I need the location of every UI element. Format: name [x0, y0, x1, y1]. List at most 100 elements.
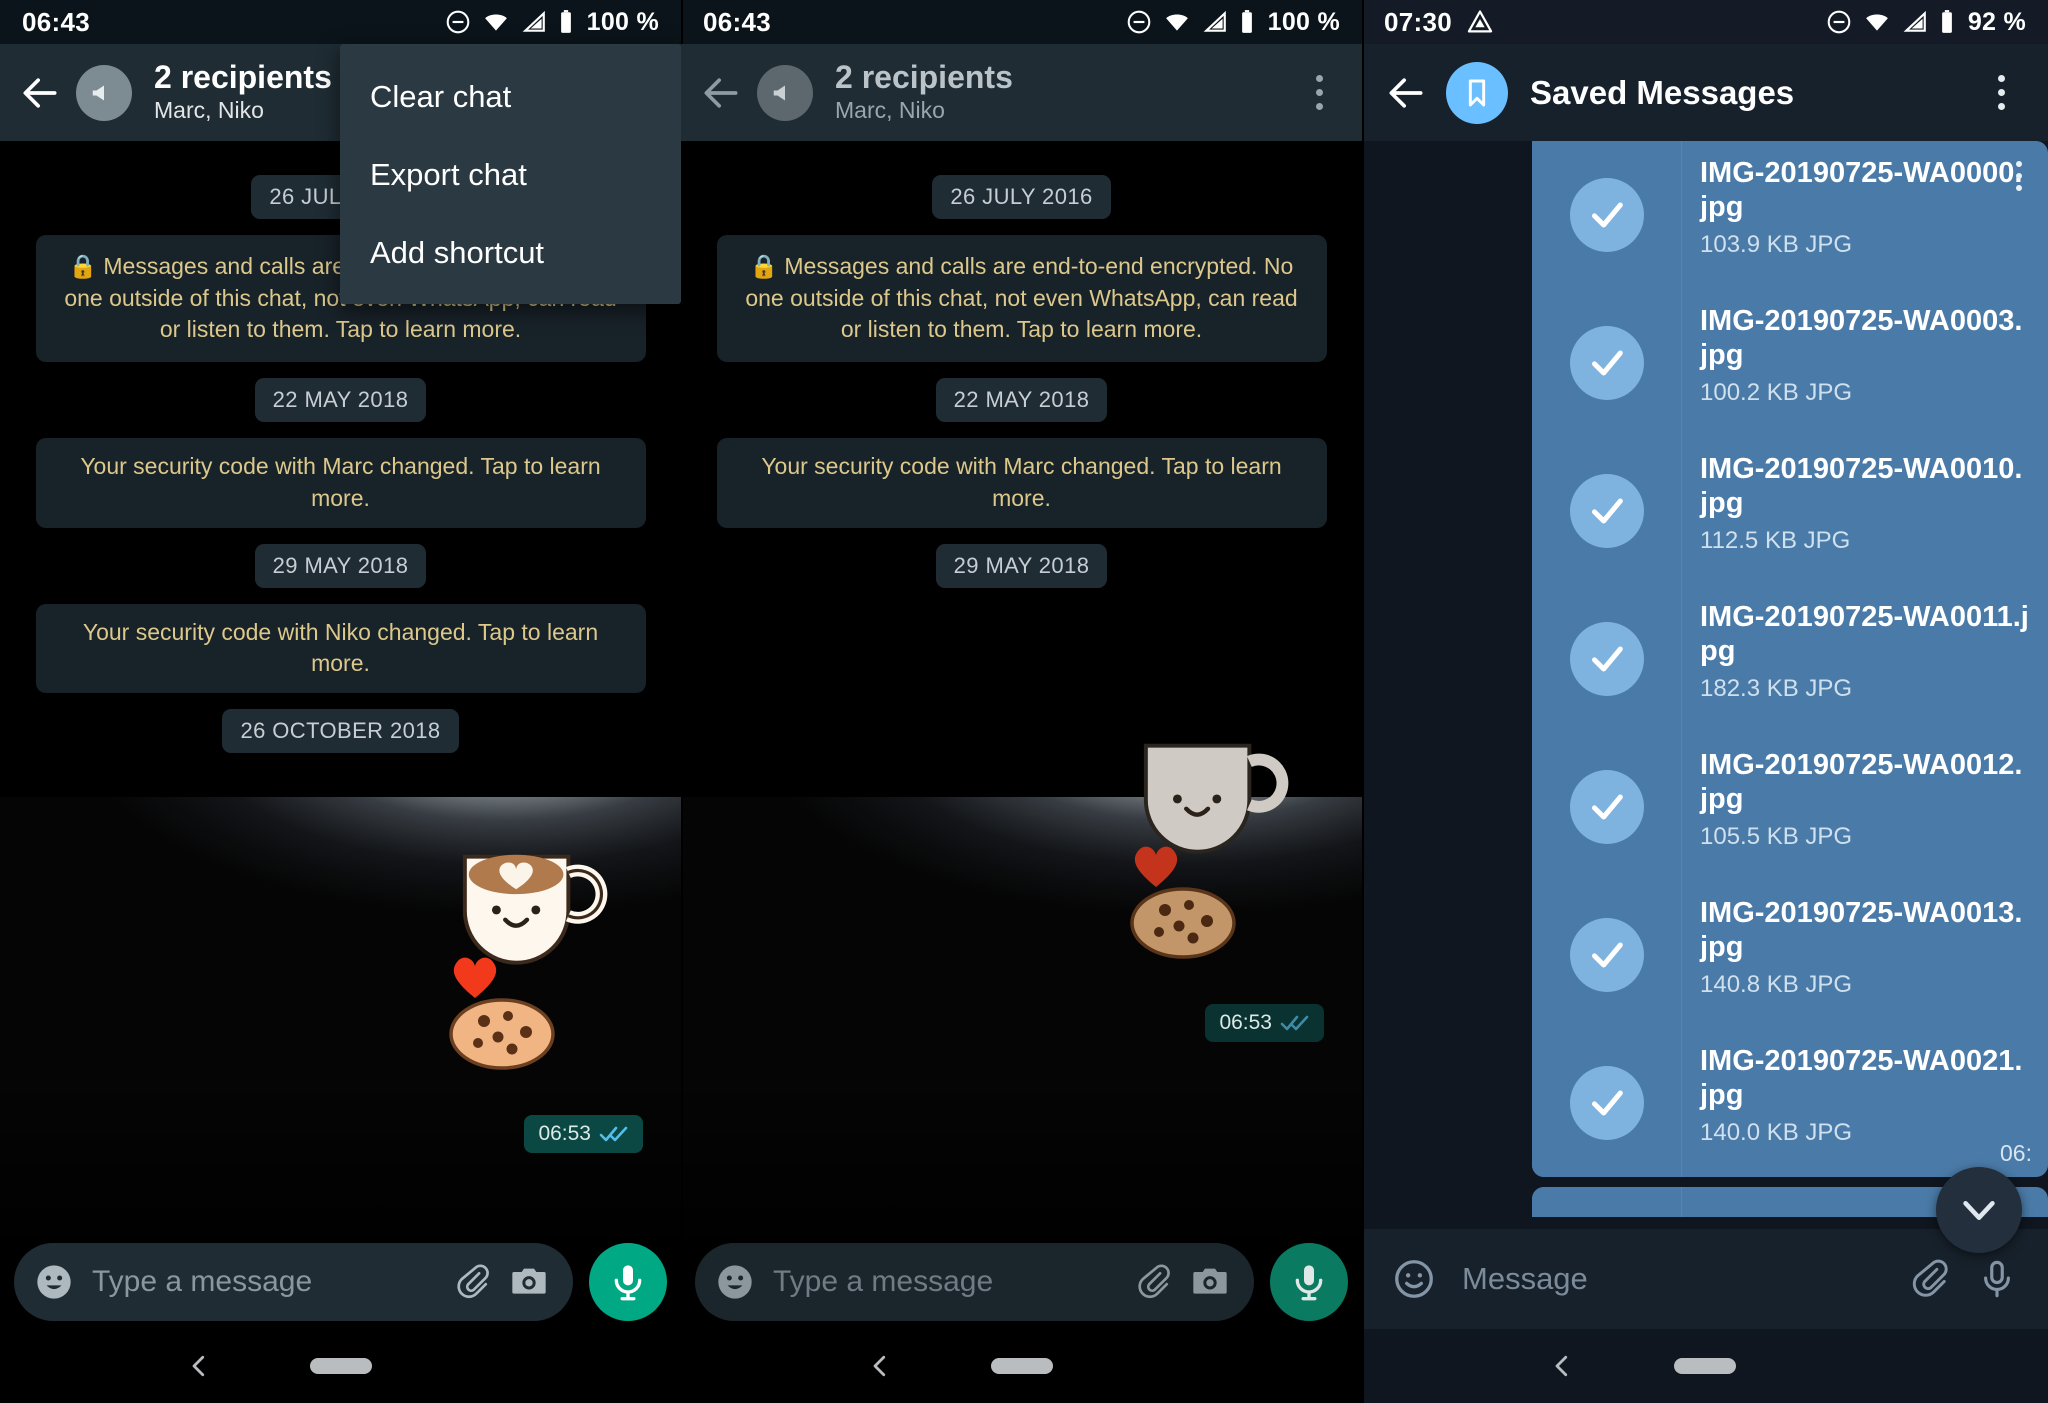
- timestamp-text: 06:53: [538, 1122, 591, 1146]
- menu-item-add-shortcut[interactable]: Add shortcut: [340, 214, 681, 292]
- message-input-bar: Type a message: [0, 1235, 681, 1329]
- system-message[interactable]: Your security code with Marc changed. Ta…: [16, 438, 665, 528]
- panel-divider: [1362, 0, 1364, 1403]
- emoji-icon[interactable]: [715, 1262, 755, 1302]
- message-placeholder[interactable]: Message: [1462, 1261, 1882, 1297]
- wifi-icon: [484, 14, 507, 31]
- status-bar: 06:43 100 %: [681, 0, 1362, 44]
- menu-item-export-chat[interactable]: Export chat: [340, 136, 681, 214]
- message-input-bar: Type a message: [681, 1235, 1362, 1329]
- battery-icon: [560, 10, 571, 33]
- check-icon: [1569, 178, 1644, 252]
- selection-checkbox[interactable]: [1532, 141, 1682, 289]
- system-message[interactable]: Your security code with Niko changed. Ta…: [16, 603, 665, 694]
- file-size: 103.9 KB JPG: [1700, 230, 1853, 258]
- selection-checkbox[interactable]: [1532, 1187, 1682, 1217]
- microphone-icon[interactable]: [1976, 1258, 2018, 1300]
- file-name: IMG-20190725-WA0013.jpg: [1700, 897, 2023, 963]
- page-title: Saved Messages: [1530, 73, 1795, 111]
- check-icon: [1569, 918, 1644, 992]
- system-message[interactable]: 🔒Messages and calls are end-to-end encry…: [697, 235, 1346, 363]
- scroll-to-bottom-button[interactable]: [1936, 1167, 2022, 1253]
- check-icon: [1569, 770, 1644, 844]
- panel-telegram-saved-messages: 07:30 92 % Saved Messages IMG-20190725-W…: [1362, 0, 2048, 1403]
- emoji-outline-icon[interactable]: [1392, 1257, 1436, 1301]
- list-item[interactable]: IMG-20190725-WA0010.jpg 112.5 KB JPG: [1532, 437, 2048, 585]
- wifi-icon: [1865, 14, 1888, 31]
- file-size: 140.8 KB JPG: [1700, 970, 1853, 998]
- read-receipt-icon: [599, 1126, 628, 1142]
- chat-body: 26 JULY 2016 🔒Messages and calls are end…: [681, 141, 1362, 1403]
- list-item[interactable]: IMG-20190725-WA0012.jpg 105.5 KB JPG: [1532, 733, 2048, 881]
- back-arrow-icon[interactable]: [1384, 71, 1428, 115]
- chevron-down-icon: [1963, 1200, 1995, 1220]
- file-meta: IMG-20190725-WA0021.jpg 140.0 KB JPG: [1682, 1029, 2048, 1147]
- dnd-icon: [1827, 10, 1851, 34]
- paperclip-icon[interactable]: [453, 1263, 491, 1301]
- emoji-icon[interactable]: [34, 1262, 74, 1302]
- chat-titles[interactable]: 2 recipients Marc, Niko: [154, 60, 332, 125]
- paperclip-icon[interactable]: [1134, 1263, 1172, 1301]
- message-timestamp: 06:: [2000, 1140, 2032, 1166]
- selection-checkbox[interactable]: [1532, 881, 1682, 1029]
- security-code-notice: Your security code with Marc changed. Ta…: [35, 438, 646, 528]
- security-code-notice: Your security code with Marc changed. Ta…: [716, 438, 1327, 528]
- camera-icon[interactable]: [509, 1262, 549, 1302]
- voice-record-button[interactable]: [1270, 1243, 1348, 1321]
- app-bar: 2 recipients Marc, Niko: [681, 44, 1362, 141]
- file-name: IMG-20190725-WA0000.jpg: [1700, 157, 2023, 223]
- drive-icon: [1467, 10, 1493, 33]
- list-item[interactable]: IMG-20190725-WA0000.jpg 103.9 KB JPG: [1532, 141, 2048, 289]
- chat-title: 2 recipients: [154, 58, 332, 95]
- chat-titles[interactable]: 2 recipients Marc, Niko: [835, 60, 1013, 125]
- lock-icon: 🔒: [68, 253, 98, 279]
- system-message[interactable]: Your security code with Marc changed. Ta…: [697, 438, 1346, 528]
- row-more-icon[interactable]: [2004, 155, 2034, 197]
- selection-checkbox[interactable]: [1532, 289, 1682, 437]
- selection-checkbox[interactable]: [1532, 437, 1682, 585]
- battery-percent: 100 %: [1267, 7, 1340, 36]
- back-arrow-icon[interactable]: [699, 71, 743, 115]
- message-input-field[interactable]: Type a message: [695, 1243, 1254, 1321]
- message-timestamp: 06:53: [1205, 1003, 1324, 1042]
- nav-back-icon[interactable]: [1547, 1351, 1577, 1381]
- file-size: 105.5 KB JPG: [1700, 822, 1853, 850]
- sticker-message[interactable]: 06:53: [681, 708, 1362, 1138]
- back-arrow-icon[interactable]: [18, 71, 62, 115]
- date-separator: 29 MAY 2018: [681, 543, 1362, 588]
- overflow-menu[interactable]: Clear chat Export chat Add shortcut: [340, 44, 681, 305]
- overflow-menu-icon[interactable]: [1978, 70, 2024, 116]
- paperclip-icon[interactable]: [1908, 1258, 1950, 1300]
- date-separator: 22 MAY 2018: [0, 378, 681, 423]
- bookmark-avatar[interactable]: [1446, 61, 1508, 124]
- overflow-menu-icon[interactable]: [1296, 70, 1342, 116]
- list-item[interactable]: IMG-20190725-WA0013.jpg 140.8 KB JPG: [1532, 881, 2048, 1029]
- file-meta: IMG-20190725-WA0000.jpg 103.9 KB JPG: [1682, 141, 2048, 259]
- panel-whatsapp-menu: 06:43 100 % 2 recipients Marc, Niko 26 J…: [0, 0, 681, 1403]
- nav-home-pill[interactable]: [309, 1358, 372, 1374]
- list-item[interactable]: IMG-20190725-WA0003.jpg 100.2 KB JPG: [1532, 289, 2048, 437]
- system-nav-bar: [0, 1329, 681, 1403]
- voice-record-button[interactable]: [589, 1243, 667, 1321]
- nav-home-pill[interactable]: [1674, 1358, 1736, 1374]
- status-time: 06:43: [22, 6, 90, 37]
- timestamp-text: 06:53: [1219, 1010, 1272, 1034]
- list-item[interactable]: IMG-20190725-WA0011.jpg 182.3 KB JPG: [1532, 585, 2048, 733]
- chat-body: IMG-20190725-WA0000.jpg 103.9 KB JPG IMG…: [1362, 141, 2048, 1403]
- sticker-message[interactable]: 06:53: [0, 769, 681, 1199]
- nav-home-pill[interactable]: [990, 1358, 1053, 1374]
- camera-icon[interactable]: [1190, 1262, 1230, 1302]
- selection-checkbox[interactable]: [1532, 1029, 1682, 1177]
- chat-subtitle: Marc, Niko: [154, 97, 264, 124]
- chat-body: 26 JULY 2016 🔒Messages and calls are end…: [0, 141, 681, 1403]
- selection-checkbox[interactable]: [1532, 585, 1682, 733]
- broadcast-avatar[interactable]: [76, 64, 132, 121]
- nav-back-icon[interactable]: [184, 1351, 214, 1381]
- menu-item-clear-chat[interactable]: Clear chat: [340, 58, 681, 136]
- selection-checkbox[interactable]: [1532, 733, 1682, 881]
- message-placeholder: Type a message: [773, 1265, 994, 1298]
- list-item[interactable]: IMG-20190725-WA0021.jpg 140.0 KB JPG 06:: [1532, 1029, 2048, 1177]
- message-input-field[interactable]: Type a message: [14, 1243, 573, 1321]
- nav-back-icon[interactable]: [865, 1351, 895, 1381]
- broadcast-avatar[interactable]: [757, 64, 813, 121]
